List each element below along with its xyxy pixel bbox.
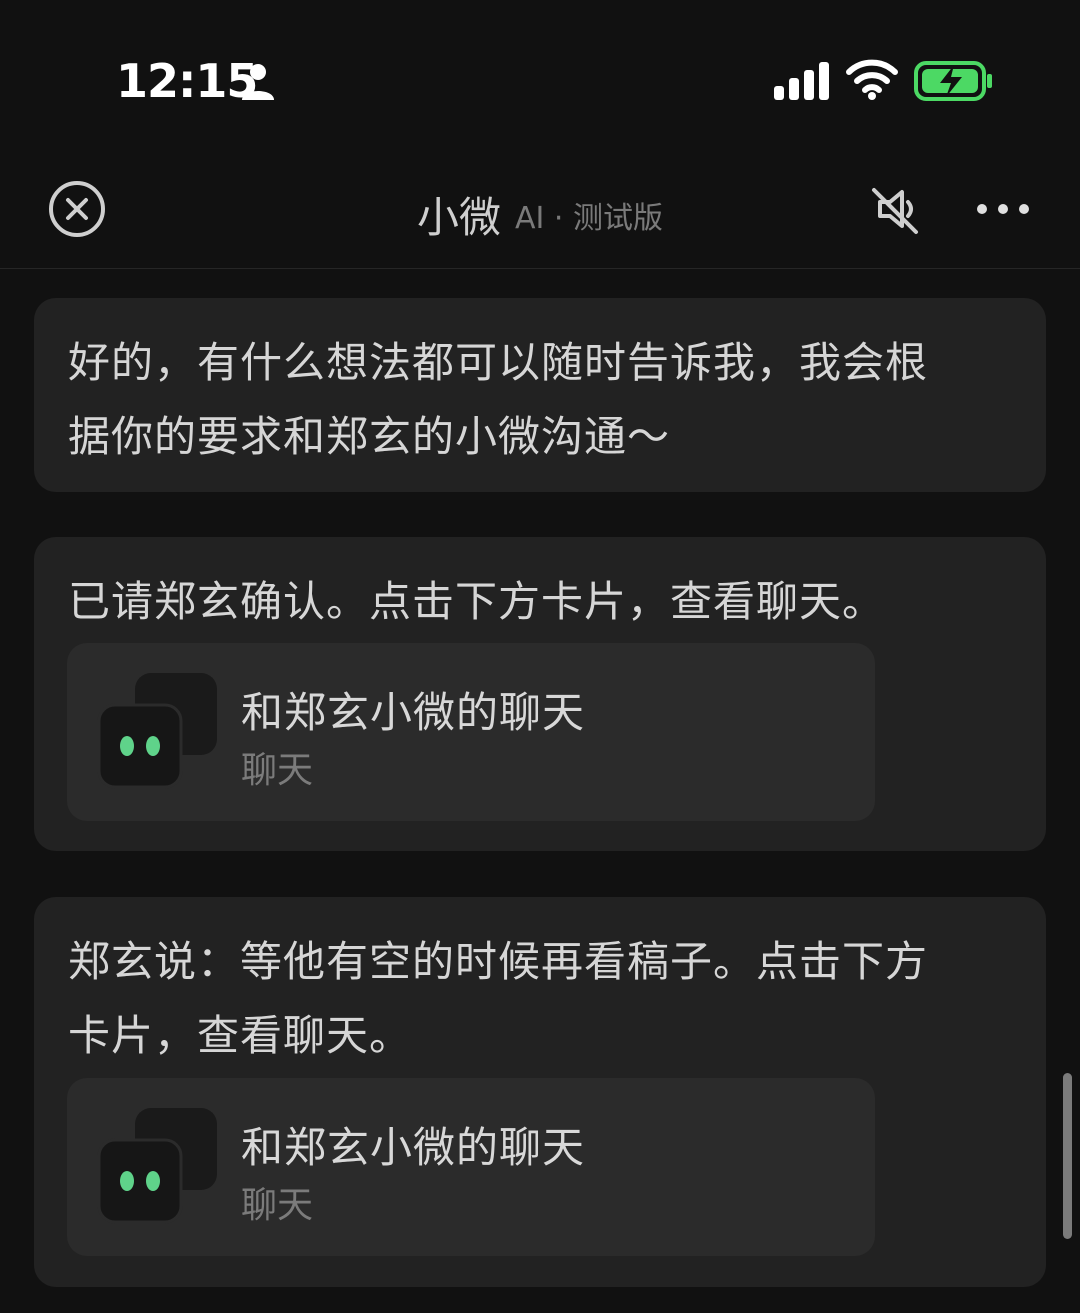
robot-avatar-icon [97, 1108, 217, 1224]
robot-avatar-icon [97, 673, 217, 789]
message-text: 郑玄说：等他有空的时候再看稿子。点击下方 卡片，查看聊天。 [68, 937, 929, 1060]
nav-title-name: 小微 [417, 193, 502, 242]
status-time: 12:15 [116, 54, 258, 108]
message-text: 已请郑玄确认。点击下方卡片，查看聊天。 [68, 577, 886, 626]
nav-subtitle: AI · 测试版 [515, 200, 663, 236]
chat-card[interactable]: 和郑玄小微的聊天 聊天 [67, 1078, 875, 1256]
person-icon [242, 64, 274, 100]
nav-bar: 小微 AI · 测试版 [0, 150, 1080, 269]
signal-icon [774, 62, 829, 100]
battery-charging-icon [914, 61, 992, 101]
mute-icon[interactable] [866, 180, 926, 240]
message-bubble: 好的，有什么想法都可以随时告诉我，我会根 据你的要求和郑玄的小微沟通～ [34, 298, 1046, 492]
message-bubble: 已请郑玄确认。点击下方卡片，查看聊天。 和郑玄小微的聊天 聊天 [34, 537, 1046, 851]
chat-card-title: 和郑玄小微的聊天 [241, 688, 586, 737]
message-bubble: 郑玄说：等他有空的时候再看稿子。点击下方 卡片，查看聊天。 和郑玄小微的聊天 聊… [34, 897, 1046, 1287]
chat-card-title: 和郑玄小微的聊天 [241, 1123, 586, 1172]
wifi-icon [846, 59, 898, 100]
more-icon[interactable] [972, 192, 1034, 226]
chat-card-subtitle: 聊天 [241, 1185, 314, 1226]
chat-card[interactable]: 和郑玄小微的聊天 聊天 [67, 643, 875, 821]
status-bar: 12:15 [0, 0, 1080, 150]
message-text: 好的，有什么想法都可以随时告诉我，我会根 据你的要求和郑玄的小微沟通～ [68, 338, 929, 461]
chat-card-subtitle: 聊天 [241, 750, 314, 791]
scrollbar[interactable] [1063, 1073, 1072, 1239]
